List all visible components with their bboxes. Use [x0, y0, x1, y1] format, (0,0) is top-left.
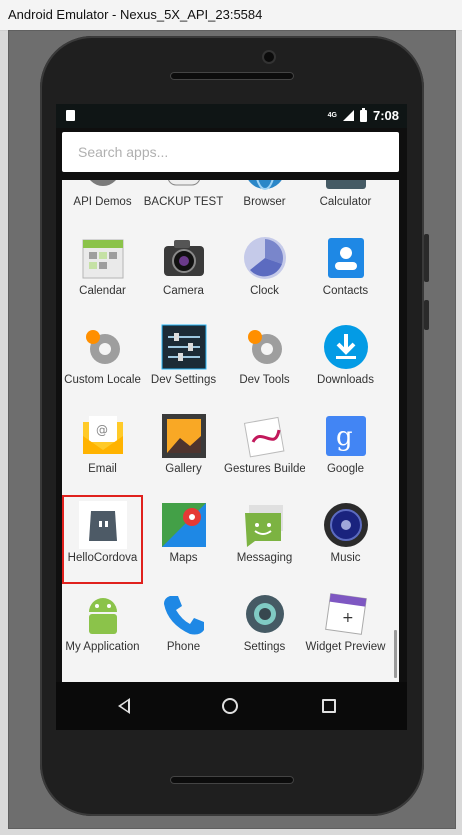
volume-button[interactable] [424, 234, 429, 282]
power-button[interactable] [424, 300, 429, 330]
status-bar: 4G 7:08 [56, 104, 407, 128]
app-widget-preview[interactable]: + Widget Preview [305, 584, 386, 673]
app-grid: API Demos BACKUP TEST Browser + Calculat… [62, 180, 399, 673]
battery-icon [359, 107, 367, 122]
window-titlebar: Android Emulator - Nexus_5X_API_23:5584 [0, 0, 462, 31]
front-camera [262, 50, 276, 64]
app-dev-tools[interactable]: Dev Tools [224, 317, 305, 406]
app-clock[interactable]: Clock [224, 228, 305, 317]
window-title: Android Emulator - Nexus_5X_API_23:5584 [8, 7, 263, 22]
app-music[interactable]: Music [305, 495, 386, 584]
cordova-icon [79, 501, 127, 549]
messaging-icon [245, 505, 283, 547]
gear-icon [90, 180, 116, 186]
contacts-icon [328, 238, 364, 278]
home-icon[interactable] [222, 698, 238, 714]
sliders-icon [161, 324, 207, 370]
search-apps-input[interactable] [76, 143, 390, 161]
app-hellocordova[interactable]: HelloCordova [62, 495, 143, 584]
widget-preview-icon: + [325, 593, 367, 635]
app-custom-locale[interactable]: Custom Locale [62, 317, 143, 406]
android-head-icon [168, 180, 200, 186]
app-downloads[interactable]: Downloads [305, 317, 386, 406]
camera-icon [164, 240, 204, 276]
settings-icon [246, 595, 284, 633]
network-label: 4G [327, 111, 337, 119]
gestures-icon [243, 416, 285, 458]
app-my-application[interactable]: My Application [62, 584, 143, 673]
svg-text:@: @ [96, 423, 108, 437]
app-phone[interactable]: Phone [143, 584, 224, 673]
app-settings[interactable]: Settings [224, 584, 305, 673]
calculator-icon: + [326, 180, 366, 189]
clock-icon [244, 237, 286, 279]
app-calendar[interactable]: Calendar [62, 228, 143, 317]
app-calculator[interactable]: + Calculator [305, 180, 386, 228]
app-google[interactable]: g Google [305, 406, 386, 495]
speaker-icon [324, 503, 368, 547]
navigation-bar [56, 682, 407, 730]
app-dev-settings[interactable]: Dev Settings [143, 317, 224, 406]
app-backup-test[interactable]: BACKUP TEST [143, 180, 224, 228]
app-drawer[interactable]: API Demos BACKUP TEST Browser + Calculat… [62, 180, 399, 682]
app-messaging[interactable]: Messaging [224, 495, 305, 584]
gear-icon [248, 330, 282, 364]
signal-icon [342, 110, 354, 121]
email-icon: @ [83, 416, 123, 454]
recents-icon[interactable] [322, 699, 336, 713]
search-apps-bar[interactable] [62, 132, 399, 172]
top-speaker [170, 72, 294, 80]
app-contacts[interactable]: Contacts [305, 228, 386, 317]
globe-icon [248, 180, 282, 190]
phone-screen: 4G 7:08 API Demos BACKUP TEST Browse [56, 104, 407, 730]
app-browser[interactable]: Browser [224, 180, 305, 228]
app-gestures-builder[interactable]: Gestures Builder [224, 406, 305, 495]
maps-icon [162, 503, 206, 547]
google-icon: g [326, 416, 366, 456]
app-camera[interactable]: Camera [143, 228, 224, 317]
sd-card-icon [66, 110, 75, 121]
app-gallery[interactable]: Gallery [143, 406, 224, 495]
android-icon [89, 598, 117, 634]
calendar-icon [82, 239, 124, 279]
app-api-demos[interactable]: API Demos [62, 180, 143, 228]
drawer-scrollbar[interactable] [394, 630, 397, 678]
bottom-speaker [170, 776, 294, 784]
app-email[interactable]: @ Email [62, 406, 143, 495]
download-icon [324, 325, 368, 369]
status-time: 7:08 [372, 108, 399, 123]
svg-text:+: + [342, 610, 354, 626]
gallery-icon [162, 414, 206, 458]
phone-icon [164, 596, 204, 635]
back-icon[interactable] [118, 698, 130, 714]
svg-text:g: g [336, 422, 353, 452]
app-maps[interactable]: Maps [143, 495, 224, 584]
gear-icon [86, 330, 120, 364]
